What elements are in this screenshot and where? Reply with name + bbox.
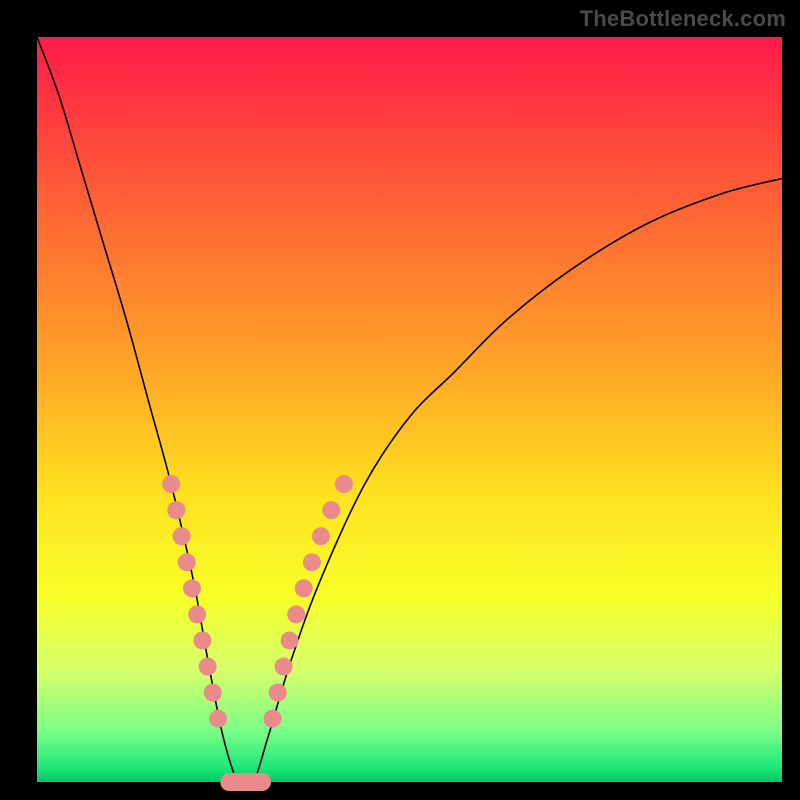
marker-dot xyxy=(173,527,191,545)
attribution-label: TheBottleneck.com xyxy=(580,6,786,32)
chart-frame: TheBottleneck.com xyxy=(0,0,800,800)
curve-layer xyxy=(37,37,782,782)
marker-dot xyxy=(263,710,281,728)
marker-dot xyxy=(209,710,227,728)
marker-dot xyxy=(204,684,222,702)
marker-dot xyxy=(188,605,206,623)
marker-dot xyxy=(295,579,313,597)
marker-dot xyxy=(275,658,293,676)
marker-dot xyxy=(178,553,196,571)
marker-dot xyxy=(193,631,211,649)
marker-dot xyxy=(162,475,180,493)
marker-dot xyxy=(167,501,185,519)
marker-dot xyxy=(322,501,340,519)
marker-group xyxy=(162,475,353,728)
marker-dot xyxy=(199,658,217,676)
marker-dot xyxy=(335,475,353,493)
plot-area xyxy=(37,37,782,782)
marker-dot xyxy=(303,553,321,571)
marker-dot xyxy=(312,527,330,545)
marker-dot xyxy=(269,684,287,702)
marker-dot xyxy=(287,605,305,623)
marker-dot xyxy=(183,579,201,597)
bottleneck-curve xyxy=(37,37,782,788)
marker-dot xyxy=(281,631,299,649)
